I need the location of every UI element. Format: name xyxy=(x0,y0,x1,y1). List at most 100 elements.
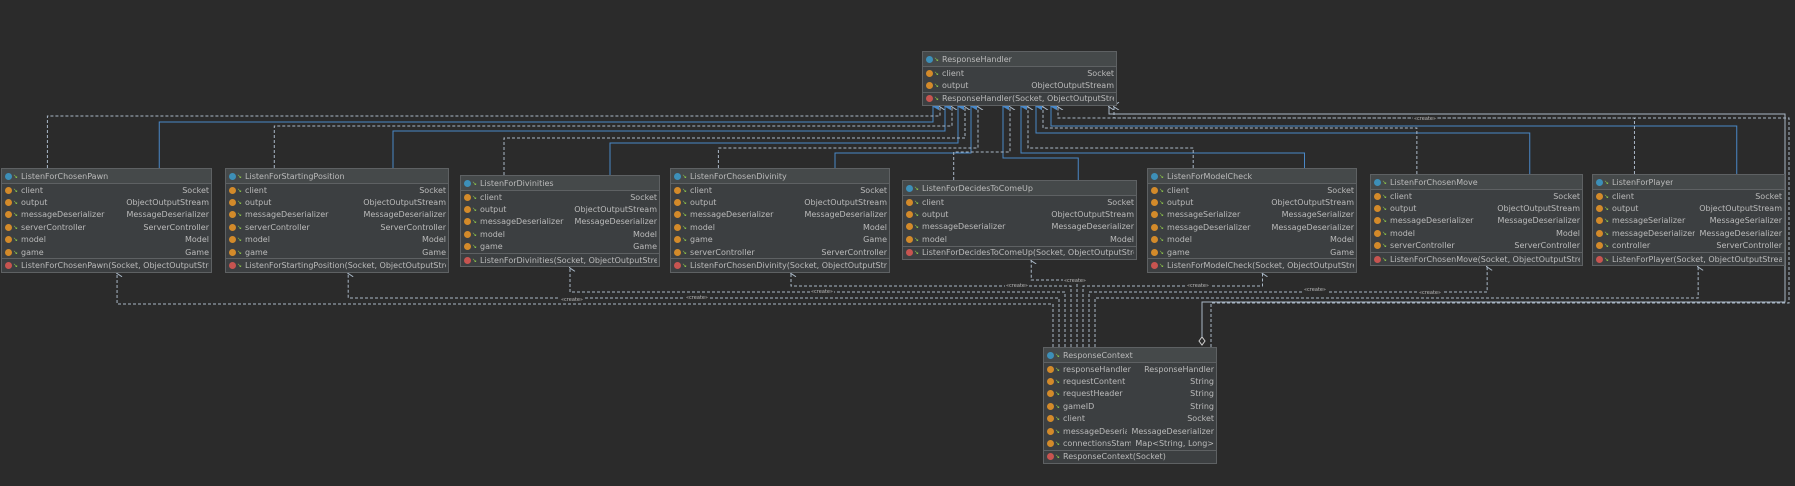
method-row[interactable]: ↘ ListenForPlayer(Socket, ObjectOutputStr… xyxy=(1593,251,1784,265)
field-row[interactable]: ↘ model Model xyxy=(1148,234,1356,246)
field-row[interactable]: ↘ client Socket xyxy=(226,184,448,196)
public-visibility-icon: ↘ xyxy=(1604,178,1610,186)
field-row[interactable]: ↘ model Model xyxy=(2,234,211,246)
field-row[interactable]: ↘ client Socket xyxy=(1371,190,1582,202)
class-header[interactable]: ↘ ListenForModelCheck xyxy=(1148,169,1356,184)
field-row[interactable]: ↘ serverController ServerController xyxy=(2,221,211,233)
method-row[interactable]: ↘ ListenForChosenPawn(Socket, ObjectOutpu… xyxy=(2,258,211,271)
field-row[interactable]: ↘ requestContent String xyxy=(1044,375,1216,387)
visibility-icon: ↘ xyxy=(13,186,19,194)
class-header[interactable]: ↘ ListenForPlayer xyxy=(1593,175,1784,190)
class-header[interactable]: ↘ ListenForChosenMove xyxy=(1371,175,1582,190)
class-box[interactable]: ↘ ResponseHandler ↘ client Socket ↘ output Obje… xyxy=(922,51,1117,107)
field-row[interactable]: ↘ output ObjectOutputStream xyxy=(671,196,889,208)
field-name: messageSerializer xyxy=(1612,216,1686,226)
field-row[interactable]: ↘ client Socket xyxy=(1148,184,1356,196)
class-header[interactable]: ↘ ListenForStartingPosition xyxy=(226,169,448,184)
class-header[interactable]: ↘ ResponseContext xyxy=(1044,348,1216,363)
method-row[interactable]: ↘ ResponseContext(Socket) xyxy=(1044,449,1216,463)
field-row[interactable]: ↘ model Model xyxy=(903,233,1136,245)
class-box[interactable]: ↘ ResponseContext ↘ responseHandler Response… xyxy=(1043,347,1217,465)
field-type: MessageDeserializer xyxy=(126,210,209,220)
inheritance-edge xyxy=(1002,102,1079,180)
class-header[interactable]: ↘ ListenForChosenPawn xyxy=(2,169,211,184)
class-box[interactable]: ↘ ListenForModelCheck ↘ client Socket ↘ output… xyxy=(1147,168,1357,273)
field-row[interactable]: ↘ output ObjectOutputStream xyxy=(2,196,211,208)
class-box[interactable]: ↘ ListenForChosenPawn ↘ client Socket ↘ output… xyxy=(1,168,212,273)
field-row[interactable]: ↘ serverController ServerController xyxy=(671,246,889,258)
field-row[interactable]: ↘ game Game xyxy=(2,246,211,258)
method-row[interactable]: ↘ ListenForDivinities(Socket, ObjectOutpu… xyxy=(461,252,659,266)
field-row[interactable]: ↘ client Socket xyxy=(671,184,889,196)
field-type: ObjectOutputStream xyxy=(1051,210,1134,220)
class-box[interactable]: ↘ ListenForChosenMove ↘ client Socket ↘ output… xyxy=(1370,174,1583,267)
field-type: ObjectOutputStream xyxy=(363,198,446,208)
field-row[interactable]: ↘messageDeserializerMessageDeserializer xyxy=(2,209,211,221)
field-row[interactable]: ↘ client Socket xyxy=(923,67,1116,79)
class-box[interactable]: ↘ ListenForDivinities ↘ client Socket ↘ output… xyxy=(460,175,660,268)
field-name: responseHandler xyxy=(1063,364,1131,374)
field-row[interactable]: ↘ output ObjectOutputStream xyxy=(461,203,659,215)
field-row[interactable]: ↘ client Socket xyxy=(1593,190,1784,202)
public-visibility-icon: ↘ xyxy=(237,172,243,180)
field-row[interactable]: ↘messageDeserializerMessageDeserializer xyxy=(1593,227,1784,239)
class-header[interactable]: ↘ ListenForDecidesToComeUp xyxy=(903,181,1136,196)
class-box[interactable]: ↘ ListenForPlayer ↘ client Socket ↘ output Obje… xyxy=(1592,174,1785,267)
field-row[interactable]: ↘ output ObjectOutputStream xyxy=(903,208,1136,220)
field-row[interactable]: ↘ output ObjectOutputStream xyxy=(226,196,448,208)
class-header[interactable]: ↘ ListenForChosenDivinity xyxy=(671,169,889,184)
field-row[interactable]: ↘ connectionsStamp Map<String, Long> xyxy=(1044,437,1216,449)
field-name: game xyxy=(1167,247,1190,257)
field-row[interactable]: ↘messageDeserializerMessageDeserializer xyxy=(1148,221,1356,233)
field-row[interactable]: ↘ client Socket xyxy=(461,191,659,203)
class-box[interactable]: ↘ ListenForChosenDivinity ↘ client Socket ↘ ou… xyxy=(670,168,890,273)
field-row[interactable]: ↘ output ObjectOutputStream xyxy=(1593,202,1784,214)
field-name: messageDeserializer xyxy=(922,222,1006,232)
field-name: game xyxy=(480,242,503,252)
field-row[interactable]: ↘ responseHandler ResponseHandler xyxy=(1044,363,1216,375)
method-row[interactable]: ↘ ListenForChosenMove(Socket, ObjectOutpu… xyxy=(1371,251,1582,265)
field-row[interactable]: ↘messageDeserializerMessageDeserializer xyxy=(903,221,1136,233)
field-row[interactable]: ↘ output ObjectOutputStream xyxy=(1371,202,1582,214)
method-row[interactable]: ↘ ResponseHandler(Socket, ObjectOutputStr… xyxy=(923,91,1116,105)
visibility-icon: ↘ xyxy=(1382,217,1388,225)
field-type: ServerController xyxy=(821,247,887,257)
class-header[interactable]: ↘ ResponseHandler xyxy=(923,52,1116,67)
field-row[interactable]: ↘ game Game xyxy=(461,241,659,253)
field-row[interactable]: ↘ output ObjectOutputStream xyxy=(923,79,1116,91)
field-row[interactable]: ↘ game Game xyxy=(1148,246,1356,258)
field-row[interactable]: ↘messageDeserializerMessageDeserializer xyxy=(671,209,889,221)
class-box[interactable]: ↘ ListenForStartingPosition ↘ client Socket ↘… xyxy=(225,168,449,273)
create-stereotype-label: «create» xyxy=(1005,283,1029,289)
field-row[interactable]: ↘ model Model xyxy=(461,228,659,240)
method-row[interactable]: ↘ ListenForStartingPosition(Socket, Objec… xyxy=(226,258,448,271)
field-name: messageDeserializer xyxy=(480,217,564,227)
field-row[interactable]: ↘ output ObjectOutputStream xyxy=(1148,196,1356,208)
method-row[interactable]: ↘ ListenForModelCheck(Socket, ObjectOutpu… xyxy=(1148,258,1356,271)
class-header[interactable]: ↘ ListenForDivinities xyxy=(461,176,659,191)
field-row[interactable]: ↘ serverController ServerController xyxy=(1371,240,1582,252)
field-row[interactable]: ↘ gameID String xyxy=(1044,400,1216,412)
field-row[interactable]: ↘ messageSerializer MessageSerializer xyxy=(1593,215,1784,227)
method-row[interactable]: ↘ ListenForDecidesToComeUp(Socket, Object… xyxy=(903,245,1136,259)
method-row[interactable]: ↘ ListenForChosenDivinity(Socket, ObjectO… xyxy=(671,258,889,271)
field-row[interactable]: ↘messageDeserializerMessageDeserializer xyxy=(1371,215,1582,227)
field-row[interactable]: ↘ client Socket xyxy=(903,196,1136,208)
field-row[interactable]: ↘ serverController ServerController xyxy=(226,221,448,233)
field-row[interactable]: ↘ model Model xyxy=(226,234,448,246)
class-box[interactable]: ↘ ListenForDecidesToComeUp ↘ client Socket ↘ o… xyxy=(902,180,1137,260)
field-row[interactable]: ↘ requestHeader String xyxy=(1044,388,1216,400)
field-row[interactable]: ↘ messageSerializer MessageSerializer xyxy=(1148,209,1356,221)
field-row[interactable]: ↘ model Model xyxy=(1371,227,1582,239)
field-row[interactable]: ↘ client Socket xyxy=(1044,413,1216,425)
public-visibility-icon: ↘ xyxy=(472,179,478,187)
field-row[interactable]: ↘ game Game xyxy=(226,246,448,258)
field-row[interactable]: ↘messageDeserializerMessageDeserializer xyxy=(226,209,448,221)
field-row[interactable]: ↘messageDeserializerMessageDeserializer xyxy=(1044,425,1216,437)
field-row[interactable]: ↘ client Socket xyxy=(2,184,211,196)
field-name: serverController xyxy=(1390,241,1455,251)
field-row[interactable]: ↘ model Model xyxy=(671,221,889,233)
field-row[interactable]: ↘ controller ServerController xyxy=(1593,240,1784,252)
field-row[interactable]: ↘ game Game xyxy=(671,234,889,246)
field-row[interactable]: ↘messageDeserializerMessageDeserializer xyxy=(461,216,659,228)
